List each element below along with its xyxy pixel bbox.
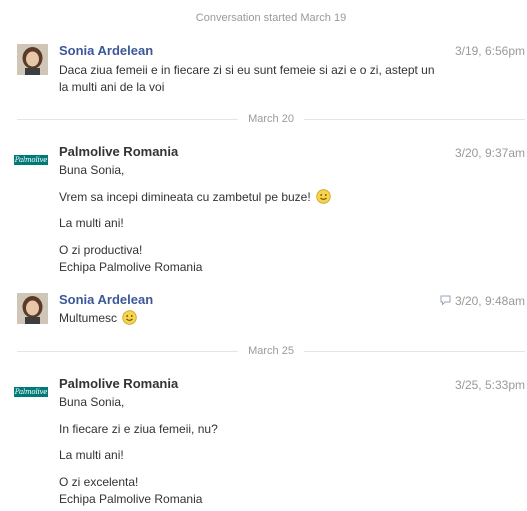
date-divider: March 25 <box>17 343 526 359</box>
message-thread: Conversation started March 19 Sonia Arde… <box>0 0 527 511</box>
conversation-start-text: Conversation started March 19 <box>195 12 347 24</box>
message-text: O zi productiva! <box>59 243 143 257</box>
message-text: Buna Sonia, <box>59 395 125 409</box>
message-timestamp-with-icon: 3/20, 9:48am <box>440 294 525 308</box>
message-text: La multi ani! <box>59 448 124 462</box>
message-text: Buna Sonia, <box>59 163 125 177</box>
message-text-with-emoji: Vrem sa incepi dimineata cu zambetul pe … <box>59 189 331 209</box>
author-name[interactable]: Sonia Ardelean <box>59 43 153 58</box>
message-timestamp: 3/19, 6:56pm <box>454 44 525 58</box>
message-text: Echipa Palmolive Romania <box>59 260 203 274</box>
message-timestamp: 3/25, 5:33pm <box>454 378 525 392</box>
avatar[interactable] <box>17 44 48 75</box>
smiley-emoji-icon <box>122 310 138 330</box>
date-divider-label: March 25 <box>248 345 294 357</box>
smiley-emoji-icon <box>316 189 331 209</box>
date-divider: March 20 <box>17 111 526 127</box>
message-text: Multumesc <box>59 311 118 325</box>
message-text: In fiecare zi e ziua femeii, nu? <box>59 422 218 436</box>
message-timestamp: 3/20, 9:37am <box>454 146 525 160</box>
divider-line <box>17 118 239 120</box>
message-text: la multi ani de la voi <box>59 80 165 94</box>
reply-icon <box>440 294 451 308</box>
divider-line <box>17 350 239 352</box>
author-name[interactable]: Sonia Ardelean <box>59 292 153 307</box>
divider-line <box>303 350 526 352</box>
conversation-start-label: Conversation started March 19 <box>17 10 525 26</box>
palmolive-logo[interactable]: Palmolive <box>14 387 48 397</box>
message-timestamp: 3/20, 9:48am <box>454 294 525 308</box>
message-text: Daca ziua femeii e in fiecare zi si eu s… <box>59 63 435 77</box>
palmolive-logo[interactable]: Palmolive <box>14 155 48 165</box>
divider-line <box>303 118 526 120</box>
message-text: Vrem sa incepi dimineata cu zambetul pe … <box>59 190 311 204</box>
author-name[interactable]: Palmolive Romania <box>59 376 178 391</box>
message-text: O zi excelenta! <box>59 475 139 489</box>
message-text: Echipa Palmolive Romania <box>59 492 203 506</box>
date-divider-label: March 20 <box>248 113 294 125</box>
message-text: La multi ani! <box>59 216 124 230</box>
author-name[interactable]: Palmolive Romania <box>59 144 178 159</box>
message-text-with-emoji: Multumesc <box>59 310 138 330</box>
avatar[interactable] <box>17 293 48 324</box>
